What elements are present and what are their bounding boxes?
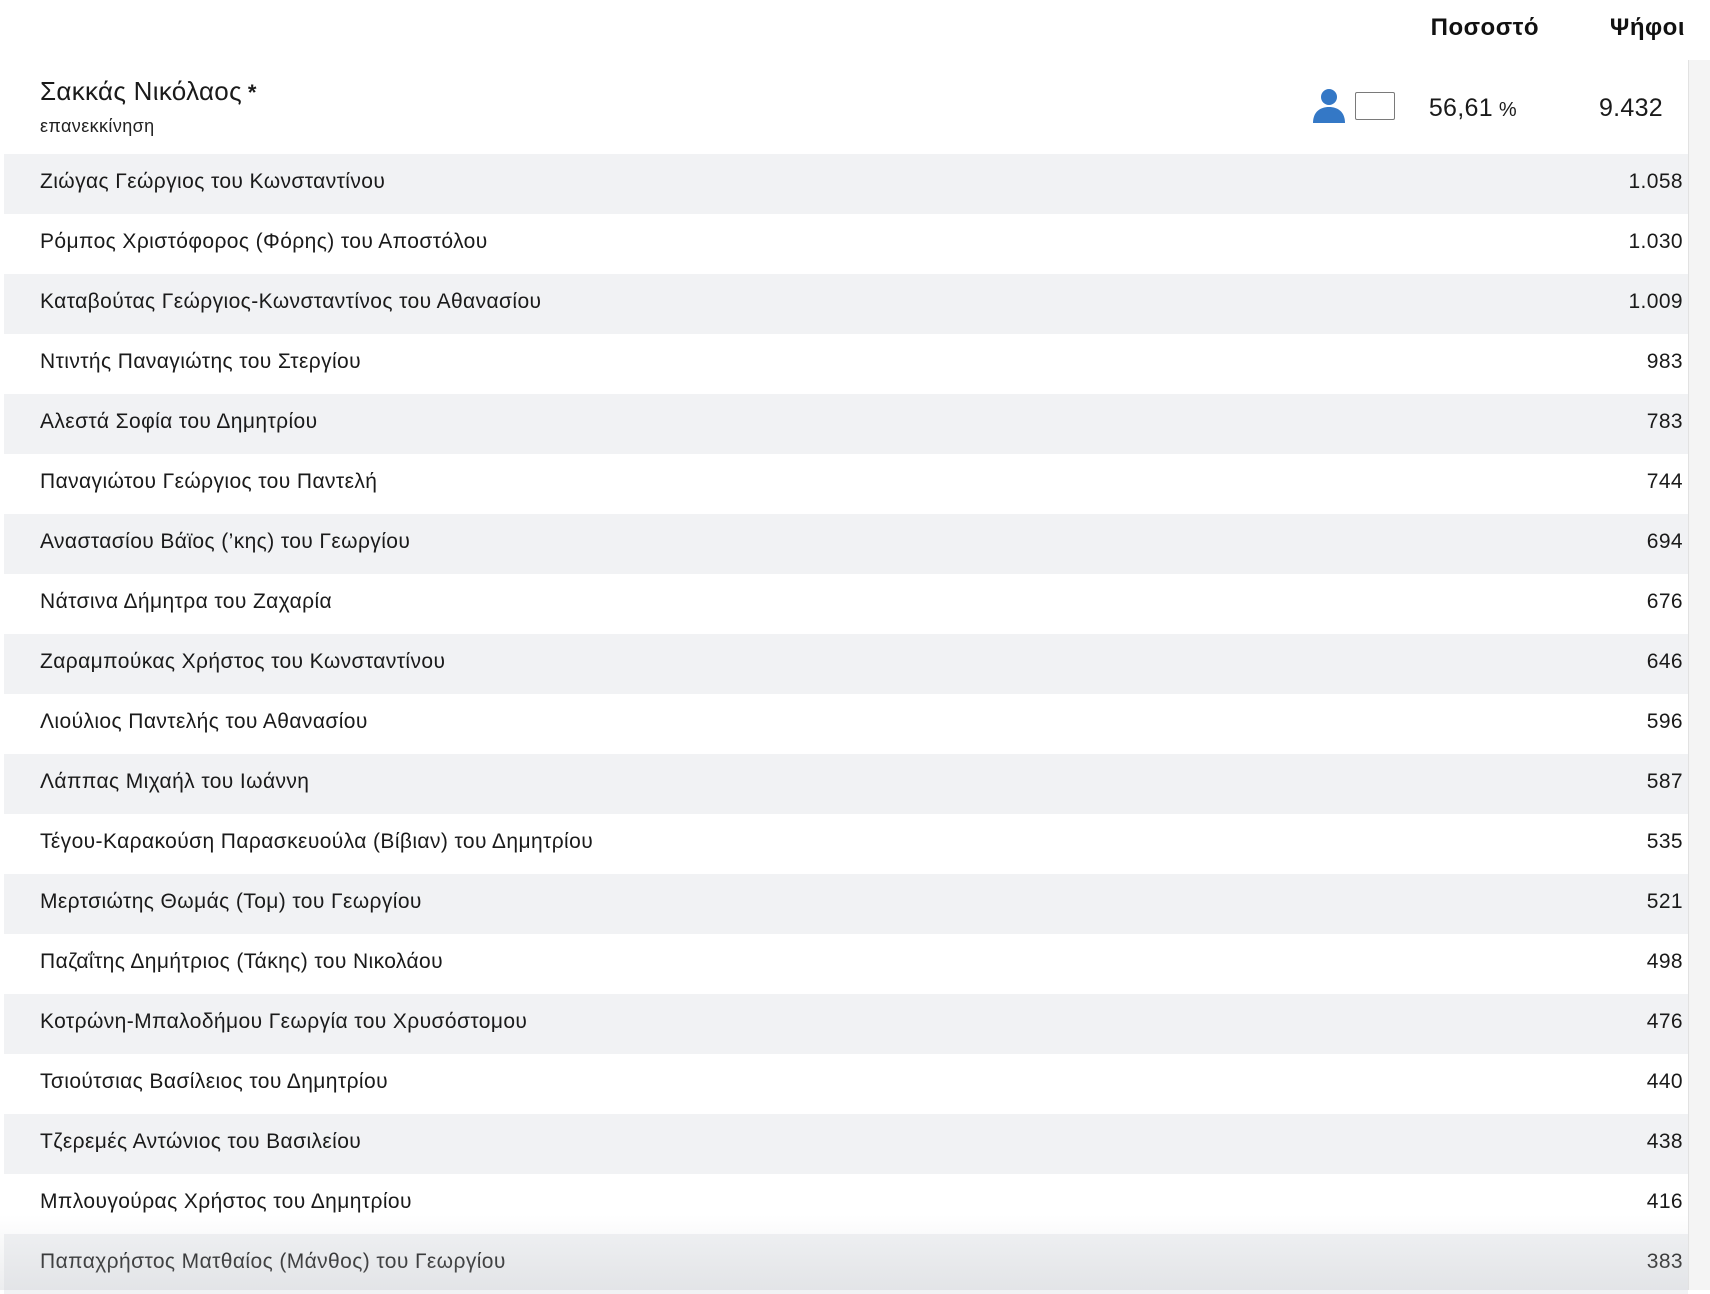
- candidate-name: Αναστασίου Βάϊος (’κης) του Γεωργίου: [40, 530, 411, 553]
- candidate-name: Ζιώγας Γεώργιος του Κωνσταντίνου: [40, 170, 386, 193]
- candidate-name: Παναγιώτου Γεώργιος του Παντελή: [40, 470, 378, 493]
- column-headers: Ποσοστό Ψήφοι: [0, 0, 1710, 60]
- candidate-votes: 983: [1646, 350, 1683, 373]
- candidate-row: Παζαΐτης Δημήτριος (Τάκης) του Νικολάου 4…: [4, 934, 1688, 994]
- candidate-name: Μπλουγούρας Χρήστος του Δημητρίου: [40, 1190, 412, 1213]
- candidate-row: Αλεστά Σοφία του Δημητρίου 783: [4, 394, 1688, 454]
- candidate-row: Κοτρώνη-Μπαλοδήμου Γεωργία του Χρυσόστομ…: [4, 994, 1688, 1054]
- winner-marker: *: [247, 80, 257, 105]
- candidate-row: Λάππας Μιχαήλ του Ιωάννη 587: [4, 754, 1688, 814]
- candidate-name: Τζερεμές Αντώνιος του Βασιλείου: [40, 1130, 362, 1153]
- candidate-row: Μερτσιώτης Θωμάς (Τομ) του Γεωργίου 521: [4, 874, 1688, 934]
- results-panel: Ποσοστό Ψήφοι Σακκάς Νικόλαος * επανεκκίν…: [0, 0, 1710, 1294]
- candidate-votes: 476: [1646, 1010, 1683, 1033]
- candidate-name: Παπαχρήστος Ματθαίος (Μάνθος) του Γεωργί…: [40, 1250, 506, 1273]
- candidate-votes: 646: [1646, 650, 1683, 673]
- candidate-votes: 596: [1646, 710, 1683, 733]
- person-icon: [1312, 88, 1346, 124]
- candidate-row: Παπαχρήστος Ματθαίος (Μάνθος) του Γεωργί…: [4, 1234, 1688, 1294]
- select-checkbox[interactable]: [1355, 92, 1395, 120]
- candidate-row: Ζιώγας Γεώργιος του Κωνσταντίνου 1.058: [4, 154, 1688, 214]
- candidate-votes: 744: [1646, 470, 1683, 493]
- candidate-votes: 521: [1646, 890, 1683, 913]
- candidate-name: Μερτσιώτης Θωμάς (Τομ) του Γεωργίου: [40, 890, 422, 913]
- candidate-name: Τσιούτσιας Βασίλειος του Δημητρίου: [40, 1070, 388, 1093]
- candidate-row: Τέγου-Καρακούση Παρασκευούλα (Βίβιαν) το…: [4, 814, 1688, 874]
- winner-percentage-unit: %: [1498, 99, 1517, 121]
- candidate-votes: 1.009: [1628, 290, 1683, 313]
- winner-row: Σακκάς Νικόλαος * επανεκκίνηση 56,61% 9.4…: [0, 60, 1688, 154]
- candidate-votes: 535: [1646, 830, 1683, 853]
- candidate-row: Ρόμπος Χριστόφορος (Φόρης) του Αποστόλου…: [4, 214, 1688, 274]
- candidate-row: Παναγιώτου Γεώργιος του Παντελή 744: [4, 454, 1688, 514]
- winner-name-line: Σακκάς Νικόλαος *: [40, 76, 257, 107]
- winner-votes: 9.432: [1598, 94, 1663, 122]
- candidate-name: Λιούλιος Παντελής του Αθανασίου: [40, 710, 368, 733]
- candidate-row: Νάτσινα Δήμητρα του Ζαχαρία 676: [4, 574, 1688, 634]
- candidate-name: Καταβούτας Γεώργιος-Κωνσταντίνος του Αθα…: [40, 290, 542, 313]
- candidate-votes: 694: [1646, 530, 1683, 553]
- candidate-list: Ζιώγας Γεώργιος του Κωνσταντίνου 1.058 Ρόμ…: [4, 154, 1688, 1294]
- candidate-row: Τζερεμές Αντώνιος του Βασιλείου 438: [4, 1114, 1688, 1174]
- candidate-votes: 1.058: [1628, 170, 1683, 193]
- candidate-votes: 438: [1646, 1130, 1683, 1153]
- candidate-name: Παζαΐτης Δημήτριος (Τάκης) του Νικολάου: [40, 950, 443, 973]
- candidate-row: Ντιντής Παναγιώτης του Στεργίου 983: [4, 334, 1688, 394]
- candidate-votes: 676: [1646, 590, 1683, 613]
- candidate-row: Τσιούτσιας Βασίλειος του Δημητρίου 440: [4, 1054, 1688, 1114]
- candidate-name: Ντιντής Παναγιώτης του Στεργίου: [40, 350, 362, 373]
- candidate-row: Ζαραμπούκας Χρήστος του Κωνσταντίνου 646: [4, 634, 1688, 694]
- scrollbar[interactable]: [1688, 60, 1710, 1290]
- candidate-row: Μπλουγούρας Χρήστος του Δημητρίου 416: [4, 1174, 1688, 1234]
- candidate-name: Νάτσινα Δήμητρα του Ζαχαρία: [40, 590, 333, 613]
- candidate-votes: 1.030: [1628, 230, 1683, 253]
- votes-column-header: Ψήφοι: [1609, 14, 1685, 41]
- candidate-votes: 416: [1646, 1190, 1683, 1213]
- candidate-votes: 587: [1646, 770, 1683, 793]
- candidate-row: Αναστασίου Βάϊος (’κης) του Γεωργίου 694: [4, 514, 1688, 574]
- candidate-votes: 383: [1646, 1250, 1683, 1273]
- winner-name: Σακκάς Νικόλαος: [40, 76, 242, 106]
- candidate-votes: 783: [1646, 410, 1683, 433]
- percentage-column-header: Ποσοστό: [1430, 14, 1539, 41]
- candidate-votes: 440: [1646, 1070, 1683, 1093]
- winner-percentage: 56,61%: [1429, 94, 1517, 123]
- candidate-row: Καταβούτας Γεώργιος-Κωνσταντίνος του Αθα…: [4, 274, 1688, 334]
- candidate-name: Λάππας Μιχαήλ του Ιωάννη: [40, 770, 310, 793]
- winner-percentage-value: 56,61: [1428, 94, 1493, 122]
- candidate-name: Τέγου-Καρακούση Παρασκευούλα (Βίβιαν) το…: [40, 830, 594, 853]
- candidate-votes: 498: [1646, 950, 1683, 973]
- winner-status: επανεκκίνηση: [40, 116, 155, 136]
- candidate-name: Ρόμπος Χριστόφορος (Φόρης) του Αποστόλου: [40, 230, 488, 253]
- candidate-name: Ζαραμπούκας Χρήστος του Κωνσταντίνου: [40, 650, 446, 673]
- candidate-name: Αλεστά Σοφία του Δημητρίου: [40, 410, 318, 433]
- candidate-row: Λιούλιος Παντελής του Αθανασίου 596: [4, 694, 1688, 754]
- candidate-name: Κοτρώνη-Μπαλοδήμου Γεωργία του Χρυσόστομ…: [40, 1010, 528, 1033]
